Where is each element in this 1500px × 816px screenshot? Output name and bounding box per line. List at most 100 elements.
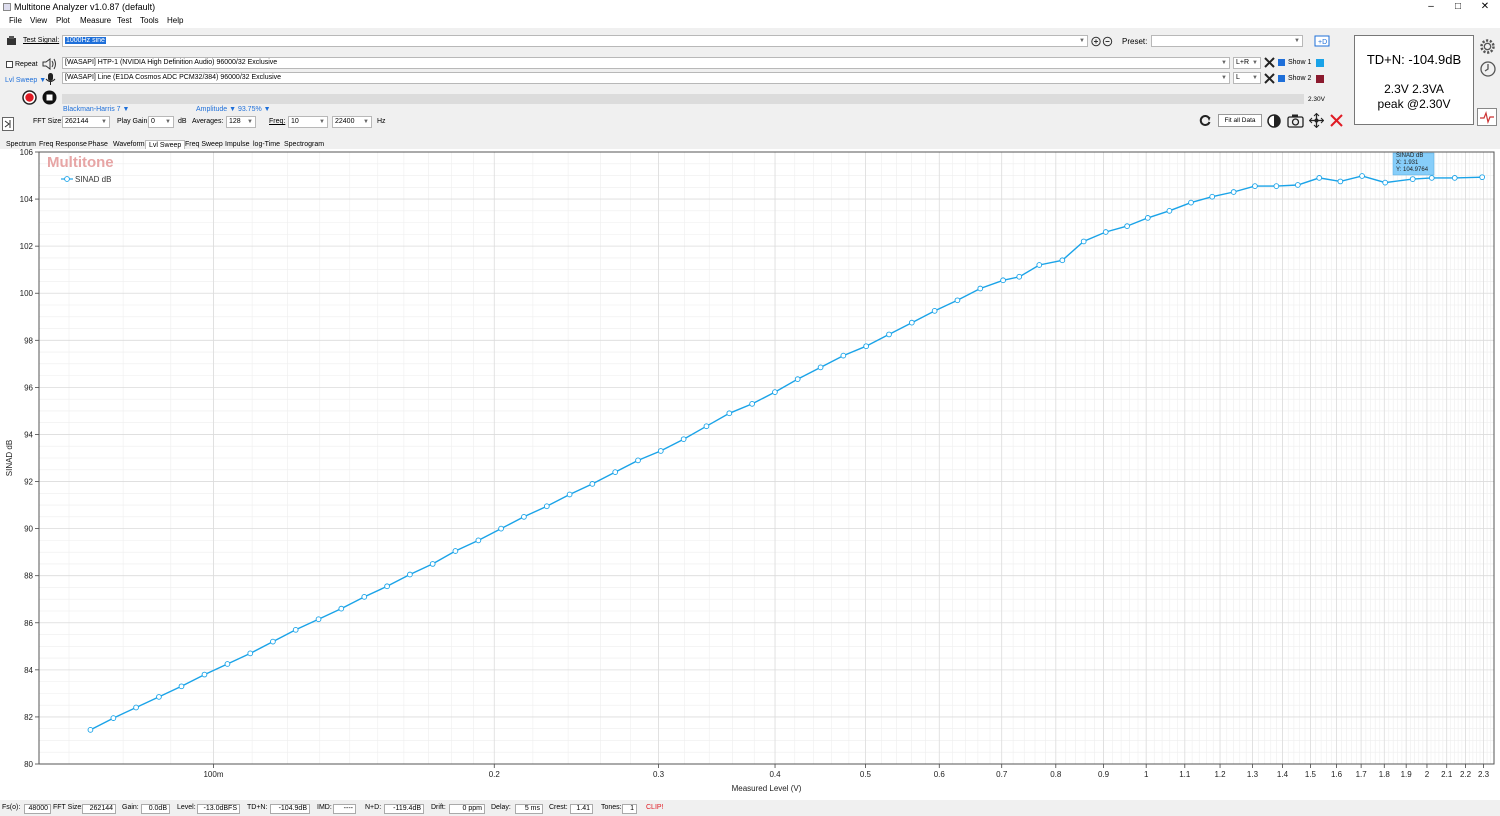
data-point [1428, 175, 1435, 181]
scope-icon[interactable] [1477, 108, 1497, 126]
show2-checkbox[interactable] [1278, 75, 1285, 82]
chevron-down-icon: ▼ [319, 119, 325, 125]
fft-size-combo[interactable]: 262144 ▼ [62, 116, 110, 128]
fit-all-data-button[interactable]: Fit all Data [1218, 114, 1262, 127]
menu-bar: File View Plot Measure Test Tools Help [0, 14, 1500, 28]
freq-label[interactable]: Freq: [269, 118, 285, 125]
refresh-icon[interactable] [1199, 114, 1212, 127]
settings-gear-icon[interactable] [1478, 37, 1497, 56]
tab-log-time[interactable]: log-Time [250, 140, 283, 149]
freq-min-combo[interactable]: 10 ▼ [288, 116, 328, 128]
panel-toggle-icon[interactable] [2, 117, 14, 131]
zoom-in-icon[interactable] [1091, 36, 1101, 47]
preset-combo[interactable]: ▼ [1151, 35, 1303, 47]
data-point [498, 525, 504, 532]
close-button[interactable]: ✕ [1470, 0, 1500, 14]
data-point [749, 401, 755, 407]
show2-color-swatch[interactable] [1316, 75, 1324, 83]
test-signal-combo[interactable]: 1000Hz sine ▼ [62, 35, 1088, 47]
show1-color-swatch[interactable] [1316, 59, 1324, 67]
test-signal-label[interactable]: Test Signal: [23, 37, 59, 44]
tab-impulse[interactable]: Impulse [222, 140, 253, 149]
data-point [87, 727, 94, 733]
input-settings-icon[interactable] [1264, 73, 1275, 84]
camera-icon[interactable] [1287, 113, 1304, 128]
lvl-sweep-dropdown[interactable]: Lvl Sweep ▼ [5, 77, 46, 84]
tab-freq-sweep[interactable]: Freq Sweep [182, 140, 226, 149]
data-point [429, 561, 436, 567]
stop-button[interactable] [42, 90, 57, 105]
window-function-dropdown[interactable]: Blackman-Harris 7 ▼ [63, 106, 129, 113]
y-tick-label: 94 [24, 430, 33, 439]
preset-label: Preset: [1122, 37, 1148, 46]
watermark: Multitone [47, 154, 114, 171]
tab-spectrum[interactable]: Spectrum [3, 140, 39, 149]
theme-toggle-icon[interactable] [1267, 114, 1281, 128]
chevron-down-icon: ▼ [101, 119, 107, 125]
menu-plot[interactable]: Plot [56, 16, 70, 25]
menu-tools[interactable]: Tools [140, 16, 159, 25]
status-delay-value: 5 ms [515, 804, 543, 814]
menu-help[interactable]: Help [167, 16, 183, 25]
menu-measure[interactable]: Measure [80, 16, 111, 25]
tab-waveform[interactable]: Waveform [110, 140, 148, 149]
show1-checkbox[interactable] [1278, 59, 1285, 66]
freq-min-value: 10 [291, 118, 299, 125]
data-point [110, 715, 117, 721]
input-device-combo[interactable]: [WASAPI] Line (E1DA Cosmos ADC PCM32/384… [62, 72, 1230, 84]
x-tick-label: 2.1 [1441, 770, 1453, 779]
y-tick-label: 100 [20, 289, 34, 298]
move-icon[interactable] [1308, 112, 1325, 129]
tab-lvl-sweep[interactable]: Lvl Sweep [145, 140, 186, 149]
microphone-icon[interactable] [44, 72, 56, 86]
output-settings-icon[interactable] [1264, 57, 1275, 68]
sinad-chart[interactable]: 100m 0.2 0.3 0.4 0.5 0.6 0.7 0.8 0.9 1 1.1 1.2 1.3 1.… [0, 148, 1500, 800]
menu-file[interactable]: File [9, 16, 22, 25]
clear-icon[interactable] [1329, 113, 1344, 128]
data-point [931, 308, 938, 314]
legend[interactable]: SINAD dB [61, 175, 111, 184]
amplitude-dropdown[interactable]: Amplitude ▼ 93.75% ▼ [196, 106, 271, 113]
status-fs-label: Fs(o): [2, 804, 21, 811]
history-icon[interactable] [1479, 60, 1497, 78]
chevron-down-icon: ▼ [247, 119, 253, 125]
zoom-out-icon[interactable] [1102, 36, 1113, 47]
data-point [224, 661, 231, 667]
data-point [361, 594, 368, 600]
status-gain-value: 0.0dB [141, 804, 170, 814]
x-tick-label: 2.2 [1460, 770, 1472, 779]
speaker-icon[interactable] [41, 57, 58, 71]
test-signal-icon[interactable] [6, 36, 17, 46]
repeat-checkbox[interactable] [6, 61, 13, 68]
y-tick-label: 84 [24, 666, 33, 675]
app-icon [3, 3, 11, 11]
preset-load-icon[interactable]: +D [1313, 34, 1331, 48]
readout-level: 2.3V 2.3VA [1384, 82, 1444, 96]
play-gain-combo[interactable]: 0 ▼ [148, 116, 174, 128]
tab-freq-response[interactable]: Freq Response [36, 140, 90, 149]
window-title: Multitone Analyzer v1.0.87 (default) [14, 2, 156, 12]
menu-view[interactable]: View [30, 16, 47, 25]
averages-combo[interactable]: 128 ▼ [226, 116, 256, 128]
freq-max-combo[interactable]: 22400 ▼ [332, 116, 372, 128]
minimize-button[interactable]: – [1416, 0, 1446, 14]
chevron-down-icon: ▼ [1252, 75, 1258, 81]
input-channel-combo[interactable]: L ▼ [1233, 72, 1261, 84]
tab-spectrogram[interactable]: Spectrogram [281, 140, 327, 149]
record-button[interactable] [22, 90, 37, 105]
output-device-combo[interactable]: [WASAPI] HTP-1 (NVIDIA High Definition A… [62, 57, 1230, 69]
level-value: 2.30V [1308, 96, 1325, 103]
maximize-button[interactable]: □ [1443, 0, 1473, 14]
chevron-down-icon: ▼ [363, 119, 369, 125]
data-point [772, 389, 778, 395]
data-point [407, 571, 413, 578]
stop-icon [42, 90, 57, 105]
tab-phase[interactable]: Phase [85, 140, 111, 149]
level-meter [62, 94, 1304, 104]
status-imd-value: ---- [333, 804, 356, 814]
averages-label: Averages: [192, 118, 224, 125]
menu-test[interactable]: Test [117, 16, 132, 25]
x-tick-label: 2 [1425, 770, 1430, 779]
output-channel-combo[interactable]: L+R ▼ [1233, 57, 1261, 69]
plot-area[interactable]: 100m 0.2 0.3 0.4 0.5 0.6 0.7 0.8 0.9 1 1.1 1.2 1.3 1.… [0, 148, 1500, 800]
